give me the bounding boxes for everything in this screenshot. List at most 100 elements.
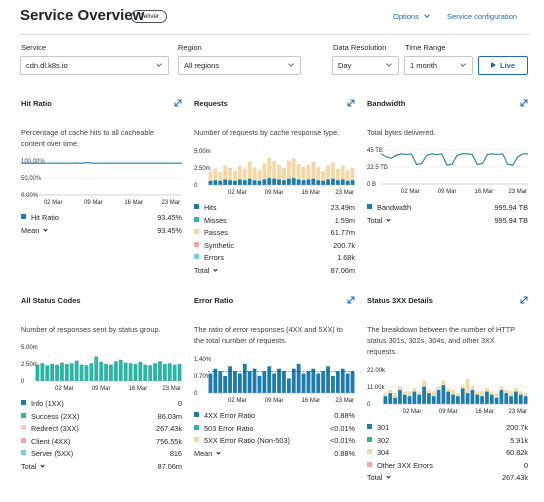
legend-label: Server (5XX) — [31, 449, 74, 458]
legend-value: 816 — [169, 449, 182, 458]
bar-304 — [494, 393, 499, 398]
total-row[interactable]: Mean 93.45% — [21, 226, 182, 236]
legend-item[interactable]: Server (5XX) 816 — [21, 449, 182, 459]
bar-passes — [350, 168, 355, 180]
panel-description: Total bytes delivered. — [367, 128, 436, 137]
legend-item[interactable]: Errors 1.68k — [194, 253, 355, 263]
bar-passes — [218, 172, 223, 181]
bar-hits — [296, 179, 301, 185]
y-tick-label: 100.00% — [21, 159, 45, 165]
legend-item[interactable]: Synthetic 200.7k — [194, 241, 355, 251]
bar-304 — [489, 391, 494, 395]
product-badge: Deliver — [131, 10, 168, 23]
bar-success-2xx- — [167, 363, 172, 381]
legend-item[interactable]: Success (2XX) 86.03m — [21, 412, 182, 422]
expand-icon[interactable] — [520, 296, 528, 304]
bar-hits — [262, 179, 267, 185]
bar-hits — [237, 179, 242, 185]
legend-item[interactable]: Info (1XX) 0 — [21, 399, 182, 409]
legend-item[interactable]: 302 5.91k — [367, 436, 528, 446]
total-row[interactable]: Total 267.43k — [367, 473, 528, 483]
description-line: The breakdown between the number of HTTP — [367, 325, 516, 334]
legend-value: 0 — [523, 460, 528, 470]
legend-value: 23.49m — [330, 203, 355, 212]
x-tick-label: 09 Mar — [92, 386, 111, 392]
legend-item[interactable]: Misses 1.59m — [194, 216, 355, 226]
legend-item[interactable]: 4XX Error Ratio 0.88% — [194, 411, 355, 421]
bar-301 — [489, 394, 494, 404]
description-line: content over time. — [21, 139, 79, 148]
y-tick-label: 0 — [367, 402, 371, 408]
x-tick-label: 16 Mar — [302, 398, 321, 404]
y-tick-label: 0 — [194, 183, 198, 189]
legend-item[interactable]: Passes 61.77m — [194, 228, 355, 238]
bar-301 — [422, 387, 426, 404]
legend-label: Misses — [204, 215, 227, 225]
status-3xx-panel: Status 3XX Details The breakdown between… — [367, 296, 528, 482]
bar-passes — [321, 171, 326, 181]
legend-item[interactable]: 304 60.82k — [367, 448, 528, 458]
description-line: The ratio of error responses (4XX and 5X… — [194, 325, 343, 334]
legend-item[interactable]: Bandwidth 995.94 TB — [367, 203, 528, 213]
bar-hits — [218, 180, 223, 185]
bar-4xx-error-ratio — [267, 366, 272, 393]
legend-item[interactable]: Hit Ratio 93.45% — [21, 213, 182, 223]
total-row[interactable]: Total 87.06m — [194, 266, 355, 276]
bar-304 — [393, 393, 397, 398]
chevron-down-icon — [460, 61, 466, 67]
expand-icon[interactable] — [347, 99, 355, 107]
expand-icon[interactable] — [174, 99, 182, 107]
bar-success-2xx- — [143, 364, 148, 381]
expand-icon[interactable] — [520, 99, 528, 107]
bar-4xx-error-ratio — [286, 378, 291, 393]
bar-hits — [247, 178, 252, 185]
chart: 1.40%0.70%002 Mar 09 Mar 16 Mar 23 Mar — [194, 357, 355, 404]
bar-hits — [213, 180, 218, 185]
legend-label: Redirect (3XX) — [31, 424, 79, 433]
legend-item[interactable]: Other 3XX Errors 0 — [367, 461, 528, 471]
bar-304 — [465, 378, 470, 393]
bar-301 — [499, 390, 504, 404]
x-tick-label: 16 Mar — [302, 190, 321, 196]
bar-304 — [436, 386, 441, 390]
legend-swatch — [367, 461, 372, 467]
bar-301 — [509, 396, 513, 404]
legend-item[interactable]: 5XX Error Ratio (Non-503) <0.01% — [194, 436, 355, 446]
bar-4xx-error-ratio — [277, 368, 281, 393]
bar-hits — [242, 180, 247, 185]
timerange-select[interactable]: 1 month — [404, 56, 473, 75]
bar-4xx-error-ratio — [272, 373, 277, 393]
panel-description: Percentage of cache hits to all cacheabl… — [21, 127, 191, 149]
legend-item[interactable]: 503 Error Ratio <0.01% — [194, 424, 355, 434]
legend-value: 0.88% — [334, 411, 355, 420]
bar-success-2xx- — [55, 364, 59, 381]
bar-hits — [350, 180, 355, 185]
chart: 22.00k 11.00k 0 02 Mar 09 Mar 16 Mar 23 Mar — [367, 368, 528, 415]
total-value: 0.88% — [334, 448, 355, 458]
bar-success-2xx- — [177, 364, 182, 381]
total-row[interactable]: Mean 0.88% — [194, 449, 355, 459]
legend-label: Client (4XX) — [31, 436, 71, 446]
legend-item[interactable]: 301 200.7k — [367, 423, 528, 433]
total-row[interactable]: Total 87.06m — [21, 462, 182, 472]
total-label: Mean — [21, 226, 48, 235]
live-button[interactable]: Live — [478, 56, 528, 75]
legend-item[interactable]: Hits 23.49m — [194, 203, 355, 213]
legend-item[interactable]: Redirect (3XX) 267.43k — [21, 424, 182, 434]
total-row[interactable]: Total 995.94 TB — [367, 216, 528, 226]
resolution-label: Data Resolution — [333, 43, 387, 52]
bar-success-2xx- — [133, 364, 138, 381]
legend-item[interactable]: Client (4XX) 756.55k — [21, 437, 182, 447]
bar-301 — [523, 396, 528, 404]
status-codes-panel: All Status Codes Number of responses sen… — [21, 296, 182, 471]
total-label: Total — [194, 266, 219, 275]
expand-icon[interactable] — [347, 296, 355, 304]
service-configuration-link[interactable]: Service configuration — [447, 12, 517, 21]
bar-success-2xx- — [84, 365, 89, 381]
service-select[interactable]: cdn.dl.k8s.io — [20, 56, 169, 75]
options-menu[interactable]: Options — [393, 12, 430, 21]
resolution-select[interactable]: Day — [332, 56, 399, 75]
region-select[interactable]: All regions — [178, 56, 301, 75]
x-tick-label: 16 Mar — [475, 189, 494, 195]
hit-ratio-panel: Hit Ratio Percentage of cache hits to al… — [21, 99, 182, 249]
